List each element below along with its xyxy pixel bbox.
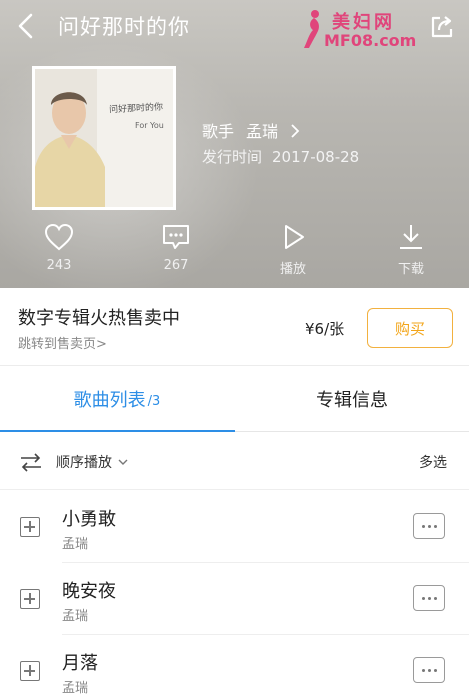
song-title: 小勇敢 — [62, 509, 116, 530]
promo-link[interactable]: 跳转到售卖页> — [18, 333, 107, 352]
chevron-left-icon — [18, 13, 33, 39]
top-bar: 问好那时的你 美妇网 MF08.com — [0, 0, 469, 52]
download-button[interactable]: 下载 — [381, 222, 441, 278]
download-label: 下载 — [397, 262, 424, 277]
song-title: 月落 — [62, 653, 98, 674]
add-icon[interactable] — [20, 661, 40, 681]
comment-count: 267 — [163, 258, 189, 273]
release-date: 2017-08-28 — [272, 148, 360, 166]
album-cover[interactable]: 问好那时的你 For You — [32, 66, 176, 210]
song-artist: 孟瑞 — [62, 681, 89, 696]
more-icon[interactable] — [413, 657, 445, 683]
watermark-logo: 美妇网 MF08.com — [298, 6, 422, 52]
like-button[interactable]: 243 — [29, 222, 89, 278]
song-row[interactable]: 月落 孟瑞 — [0, 635, 469, 700]
tab-song-count: /3 — [147, 394, 161, 409]
song-title: 晚安夜 — [62, 581, 116, 602]
comment-icon — [163, 225, 189, 249]
more-icon[interactable] — [413, 513, 445, 539]
more-icon[interactable] — [413, 585, 445, 611]
tab-song-list-label: 歌曲列表 — [73, 390, 146, 411]
watermark-url: MF08.com — [324, 31, 417, 50]
add-icon[interactable] — [20, 517, 40, 537]
shuffle-order-icon — [21, 453, 41, 472]
action-bar: 243 267 播放 下载 — [0, 222, 469, 282]
promo-price: ¥6/张 — [305, 320, 345, 338]
chevron-right-icon — [291, 124, 300, 138]
tab-song-list[interactable]: 歌曲列表/3 — [0, 366, 235, 433]
song-row[interactable]: 小勇敢 孟瑞 — [0, 491, 469, 563]
play-order-label: 顺序播放 — [56, 455, 112, 471]
buy-button[interactable]: 购买 — [367, 308, 453, 348]
like-count: 243 — [46, 258, 72, 273]
tab-bar: 歌曲列表/3 专辑信息 — [0, 366, 469, 433]
tab-album-info[interactable]: 专辑信息 — [235, 366, 469, 432]
play-icon — [285, 225, 304, 249]
comment-button[interactable]: 267 — [146, 222, 206, 278]
add-icon[interactable] — [20, 589, 40, 609]
chevron-down-icon — [118, 459, 128, 465]
song-row[interactable]: 晚安夜 孟瑞 — [0, 563, 469, 635]
back-button[interactable] — [14, 12, 40, 40]
list-toolbar: 顺序播放 多选 — [0, 432, 469, 490]
album-hero: 问好那时的你 美妇网 MF08.com 问好那时的你 For You 歌手 孟瑞… — [0, 0, 469, 288]
woman-silhouette-icon — [304, 10, 319, 48]
play-order-button[interactable]: 顺序播放 — [20, 450, 128, 474]
artist-label: 歌手 — [202, 122, 235, 141]
release-date-row: 发行时间 2017-08-28 — [202, 146, 359, 167]
share-icon — [431, 16, 453, 38]
heart-icon — [44, 223, 74, 251]
artist-link[interactable]: 歌手 孟瑞 — [202, 118, 301, 142]
download-icon — [400, 225, 422, 249]
promo-bar: 数字专辑火热售卖中 跳转到售卖页> ¥6/张 购买 — [0, 288, 469, 366]
play-label: 播放 — [279, 262, 306, 277]
page-title: 问好那时的你 — [58, 15, 190, 39]
cover-subtitle: For You — [135, 121, 164, 130]
release-label: 发行时间 — [202, 148, 263, 166]
promo-title: 数字专辑火热售卖中 — [18, 308, 180, 329]
album-cover-photo — [35, 69, 173, 207]
song-artist: 孟瑞 — [62, 609, 89, 624]
multi-select-button[interactable]: 多选 — [419, 452, 447, 472]
share-button[interactable] — [429, 14, 455, 40]
artist-name: 孟瑞 — [246, 122, 279, 141]
play-button[interactable]: 播放 — [263, 222, 323, 278]
song-artist: 孟瑞 — [62, 537, 89, 552]
